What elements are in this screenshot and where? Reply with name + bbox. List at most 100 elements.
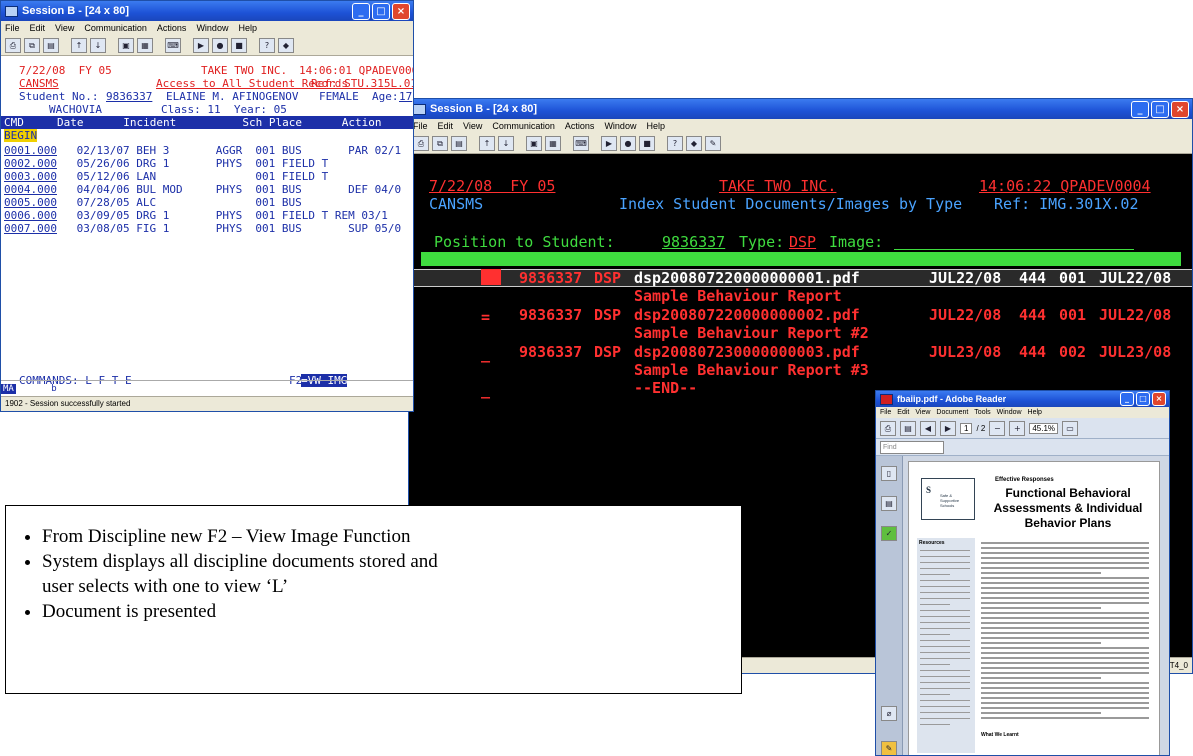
comments-icon[interactable]: ✎ [881, 741, 897, 755]
menu-actions[interactable]: Actions [565, 121, 595, 131]
menu-help[interactable]: Help [646, 121, 665, 131]
receive-icon[interactable]: ↓ [498, 135, 514, 151]
print-icon[interactable]: ⎙ [880, 420, 896, 436]
minimize-button[interactable]: _ [1131, 101, 1149, 118]
maximize-button[interactable]: □ [1151, 101, 1169, 118]
pages-icon[interactable]: ▯ [881, 466, 897, 481]
copy-icon[interactable]: ⧉ [24, 37, 40, 53]
entry-file[interactable]: dsp200807220000000002.pdf [634, 306, 860, 324]
save-icon[interactable]: ▤ [900, 420, 916, 436]
type-input[interactable]: DSP [789, 233, 816, 251]
copy-icon[interactable]: ⧉ [432, 135, 448, 151]
macro-stop-icon[interactable]: ■ [231, 37, 247, 53]
signatures-icon[interactable]: ✓ [881, 526, 897, 541]
row-cmd-link[interactable]: 0007.000 [4, 222, 57, 235]
send-icon[interactable]: ↑ [479, 135, 495, 151]
close-button[interactable]: × [1171, 101, 1189, 118]
minimize-button[interactable]: _ [352, 3, 370, 20]
color-icon[interactable]: ▦ [137, 37, 153, 53]
display-icon[interactable]: ▣ [118, 37, 134, 53]
row-cmd-link[interactable]: 0005.000 [4, 196, 57, 209]
color-icon[interactable]: ▦ [545, 135, 561, 151]
menu-view[interactable]: View [463, 121, 482, 131]
row-cmd-link[interactable]: 0002.000 [4, 157, 57, 170]
row-cmd-link[interactable]: 0006.000 [4, 209, 57, 222]
send-icon[interactable]: ↑ [71, 37, 87, 53]
help-icon[interactable]: ? [259, 37, 275, 53]
row-cmd-link[interactable]: 0004.000 [4, 183, 57, 196]
settings-icon[interactable]: ✎ [705, 135, 721, 151]
menu-edit[interactable]: Edit [438, 121, 454, 131]
row-cmd-link[interactable]: 0001.000 [4, 144, 57, 157]
bookmarks-icon[interactable]: ▤ [881, 496, 897, 511]
menu-help[interactable]: Help [238, 23, 257, 33]
keyboard-icon[interactable]: ⌨ [165, 37, 181, 53]
palette-icon[interactable]: ◆ [686, 135, 702, 151]
menu-edit[interactable]: Edit [897, 409, 909, 416]
terminal-screen[interactable]: 7/22/08 FY 05 TAKE TWO INC. 14:06:01 QPA… [1, 57, 413, 387]
pdf-sidebar-line [920, 562, 970, 563]
fit-page-icon[interactable]: ▭ [1062, 420, 1079, 436]
help-icon[interactable]: ? [667, 135, 683, 151]
paste-icon[interactable]: ▤ [43, 37, 59, 53]
menu-edit[interactable]: Edit [30, 23, 46, 33]
title-bar[interactable]: fbaiip.pdf - Adobe Reader _ □ × [876, 391, 1169, 407]
menu-communication[interactable]: Communication [84, 23, 147, 33]
title-bar[interactable]: Session B - [24 x 80] _ □ × [1, 1, 413, 21]
entry-date: JUL22/08 [929, 306, 1002, 324]
keyboard-icon[interactable]: ⌨ [573, 135, 589, 151]
image-input[interactable] [894, 249, 1134, 250]
previous-page-icon[interactable]: ◀ [920, 420, 936, 436]
paste-icon[interactable]: ▤ [451, 135, 467, 151]
row-cmd-link[interactable]: 0003.000 [4, 170, 57, 183]
find-input[interactable]: Find [880, 440, 944, 454]
menu-view[interactable]: View [55, 23, 74, 33]
zoom-in-icon[interactable]: + [1009, 420, 1026, 436]
menu-file[interactable]: File [880, 409, 891, 416]
menu-communication[interactable]: Communication [492, 121, 555, 131]
menu-tools[interactable]: Tools [974, 409, 990, 416]
entry-file[interactable]: dsp200807220000000001.pdf [634, 269, 860, 287]
close-button[interactable]: × [392, 3, 410, 20]
zoom-out-icon[interactable]: − [989, 420, 1006, 436]
macro-play-icon[interactable]: ▶ [193, 37, 209, 53]
macro-record-icon[interactable]: ● [212, 37, 228, 53]
palette-icon[interactable]: ◆ [278, 37, 294, 53]
attachments-icon[interactable]: ⌀ [881, 706, 897, 721]
macro-stop-icon[interactable]: ■ [639, 135, 655, 151]
adobe-reader-window[interactable]: fbaiip.pdf - Adobe Reader _ □ × File Edi… [875, 390, 1170, 756]
entry-file[interactable]: dsp200807230000000003.pdf [634, 343, 860, 361]
print-icon[interactable]: ⎙ [413, 135, 429, 151]
row-cmd-field[interactable]: _ [481, 381, 490, 399]
session-window-discipline[interactable]: Session B - [24 x 80] _ □ × File Edit Vi… [0, 0, 414, 412]
pdf-page[interactable]: S Safe & Supportive Schools Effective Re… [908, 461, 1160, 755]
macro-record-icon[interactable]: ● [620, 135, 636, 151]
display-icon[interactable]: ▣ [526, 135, 542, 151]
menu-window[interactable]: Window [604, 121, 636, 131]
student-number-input[interactable]: 9836337 [106, 90, 152, 103]
minimize-button[interactable]: _ [1120, 392, 1134, 406]
menu-actions[interactable]: Actions [157, 23, 187, 33]
menu-file[interactable]: File [413, 121, 428, 131]
row-cmd-field[interactable]: _ [481, 345, 490, 363]
macro-play-icon[interactable]: ▶ [601, 135, 617, 151]
row-select-cursor[interactable] [481, 269, 501, 285]
maximize-button[interactable]: □ [1136, 392, 1150, 406]
receive-icon[interactable]: ↓ [90, 37, 106, 53]
print-icon[interactable]: ⎙ [5, 37, 21, 53]
menu-document[interactable]: Document [936, 409, 968, 416]
menu-window[interactable]: Window [997, 409, 1022, 416]
zoom-select[interactable]: 45.1% [1029, 422, 1059, 434]
pdf-text-line [981, 662, 1149, 664]
menu-window[interactable]: Window [196, 23, 228, 33]
menu-help[interactable]: Help [1028, 409, 1042, 416]
title-bar[interactable]: Session B - [24 x 80] _ □ × [409, 99, 1192, 119]
close-button[interactable]: × [1152, 392, 1166, 406]
next-page-icon[interactable]: ▶ [940, 420, 956, 436]
menu-file[interactable]: File [5, 23, 20, 33]
position-student-input[interactable]: 9836337 [662, 233, 725, 251]
maximize-button[interactable]: □ [372, 3, 390, 20]
page-number-input[interactable]: 1 [960, 422, 973, 434]
menu-view[interactable]: View [915, 409, 930, 416]
row-cmd-field[interactable]: = [481, 308, 490, 326]
